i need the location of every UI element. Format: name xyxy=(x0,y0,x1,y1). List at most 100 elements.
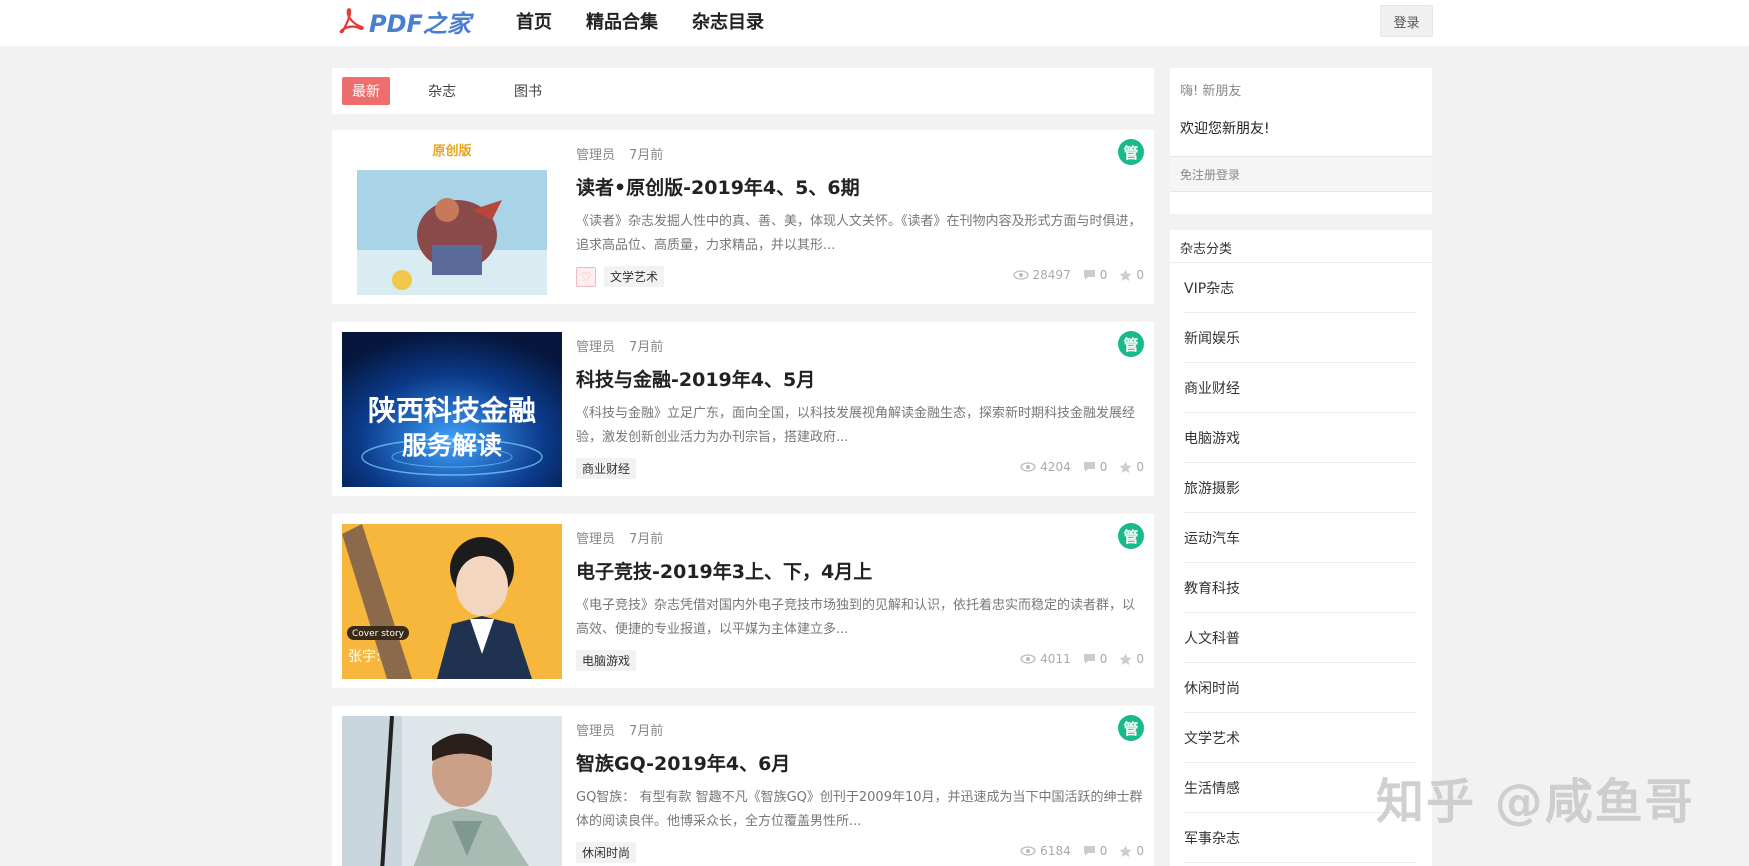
post-excerpt: GQ智族： 有型有款 智趣不凡《智族GQ》创刊于2009年10月，并迅速成为当下… xyxy=(576,790,1143,829)
comments-count: 0 xyxy=(1099,268,1108,282)
views-stat: 4204 xyxy=(1020,460,1071,474)
category-item-sports[interactable]: 运动汽车 xyxy=(1184,513,1416,563)
stars-stat[interactable]: 0 xyxy=(1119,652,1144,666)
comment-icon xyxy=(1083,462,1095,472)
cover-line-1: 陕西科技金融 xyxy=(368,394,536,427)
login-button[interactable]: 登录 xyxy=(1380,5,1433,37)
comments-stat[interactable]: 0 xyxy=(1083,844,1107,858)
post-card: 管理员 7月前 管 智族GQ-2019年4、6月 GQ智族： 有型有款 智趣不凡《… xyxy=(332,706,1154,866)
tab-latest[interactable]: 最新 xyxy=(342,77,390,105)
star-icon xyxy=(1119,269,1132,281)
comments-stat[interactable]: 0 xyxy=(1083,460,1108,474)
tab-books[interactable]: 图书 xyxy=(504,77,552,105)
post-time: 7月前 xyxy=(629,340,664,355)
star-icon xyxy=(1119,461,1132,473)
post-stats: 6184 0 0 xyxy=(1020,844,1144,858)
eye-icon xyxy=(1020,846,1036,856)
post-thumbnail[interactable] xyxy=(342,716,562,866)
comments-count: 0 xyxy=(1099,460,1108,474)
views-stat: 6184 xyxy=(1020,844,1071,858)
post-card: 原创版 管理员 7月前 管 读者•原创版-2019年4、5、6期 《读者》杂志发掘… xyxy=(332,130,1154,304)
post-card: Cover story 张宇: 管理员 7月前 管 电子竞技-2019年3上、下，… xyxy=(332,514,1154,688)
post-time: 7月前 xyxy=(629,148,664,163)
stars-count: 0 xyxy=(1136,268,1144,282)
category-item-business[interactable]: 商业财经 xyxy=(1184,363,1416,413)
category-item-vip[interactable]: VIP杂志 xyxy=(1184,263,1416,313)
comments-stat[interactable]: 0 xyxy=(1083,652,1107,666)
views-count: 6184 xyxy=(1040,844,1071,858)
post-tag[interactable]: 电脑游戏 xyxy=(576,650,637,671)
stars-count: 0 xyxy=(1136,652,1144,666)
post-time: 7月前 xyxy=(629,724,664,739)
content-tabs: 最新 杂志 图书 xyxy=(332,68,1154,114)
cover-story-label: Cover story xyxy=(352,629,405,639)
stars-count: 0 xyxy=(1136,460,1144,474)
post-meta: 管理员 7月前 xyxy=(576,336,663,355)
tab-magazines[interactable]: 杂志 xyxy=(418,77,466,105)
post-stats: 4011 0 0 xyxy=(1020,652,1144,666)
post-card: 陕西科技金融 服务解读 管理员 7月前 管 科技与金融-2019年4、5月 《科技… xyxy=(332,322,1154,496)
category-item-literature[interactable]: 文学艺术 xyxy=(1184,713,1416,763)
post-tag[interactable]: 文学艺术 xyxy=(604,266,665,287)
views-stat: 28497 xyxy=(1012,268,1071,282)
post-author[interactable]: 管理员 xyxy=(576,148,615,163)
post-thumbnail[interactable]: Cover story 张宇: xyxy=(342,524,562,679)
post-title[interactable]: 读者•原创版-2019年4、5、6期 xyxy=(576,173,860,200)
post-meta: 管理员 7月前 xyxy=(576,720,663,739)
welcome-widget: 嗨! 新朋友 欢迎您新朋友! 免注册登录 xyxy=(1170,68,1432,214)
views-count: 4011 xyxy=(1040,652,1071,666)
category-widget-title: 杂志分类 xyxy=(1180,242,1233,257)
nav-magazine-directory[interactable]: 杂志目录 xyxy=(692,8,764,34)
stars-stat[interactable]: 0 xyxy=(1119,844,1144,858)
views-count: 28497 xyxy=(1032,268,1071,282)
comments-stat[interactable]: 0 xyxy=(1083,268,1108,282)
post-tags: 休闲时尚 xyxy=(576,842,637,863)
category-item-fashion[interactable]: 休闲时尚 xyxy=(1184,663,1416,713)
stars-stat[interactable]: 0 xyxy=(1119,460,1144,474)
post-excerpt: 《科技与金融》立足广东，面向全国，以科技发展视角解读金融生态，探索新时期科技金融… xyxy=(576,406,1136,445)
post-title[interactable]: 电子竞技-2019年3上、下，4月上 xyxy=(576,557,872,584)
post-title[interactable]: 科技与金融-2019年4、5月 xyxy=(576,365,815,392)
post-thumbnail[interactable]: 原创版 xyxy=(342,140,562,295)
post-title[interactable]: 智族GQ-2019年4、6月 xyxy=(576,749,790,776)
admin-badge: 管 xyxy=(1118,139,1144,165)
eye-icon xyxy=(1020,462,1036,472)
post-author[interactable]: 管理员 xyxy=(576,724,615,739)
eye-icon xyxy=(1012,270,1029,280)
comment-icon xyxy=(1083,270,1095,280)
category-item-news[interactable]: 新闻娱乐 xyxy=(1184,313,1416,363)
views-count: 4204 xyxy=(1040,460,1071,474)
heart-icon[interactable]: ♡ xyxy=(576,266,596,287)
category-item-games[interactable]: 电脑游戏 xyxy=(1184,413,1416,463)
category-item-humanities[interactable]: 人文科普 xyxy=(1184,613,1416,663)
admin-badge: 管 xyxy=(1118,523,1144,549)
post-author[interactable]: 管理员 xyxy=(576,532,615,547)
comment-icon xyxy=(1083,654,1095,664)
watermark: 知乎 @咸鱼哥 xyxy=(1376,774,1695,830)
eye-icon xyxy=(1020,654,1036,664)
pdf-logo-icon xyxy=(339,8,364,34)
admin-badge: 管 xyxy=(1118,715,1144,741)
post-thumbnail[interactable]: 陕西科技金融 服务解读 xyxy=(342,332,562,487)
post-tag[interactable]: 休闲时尚 xyxy=(576,842,637,863)
post-tags: 商业财经 xyxy=(576,458,637,479)
stars-stat[interactable]: 0 xyxy=(1119,268,1144,282)
nav-home[interactable]: 首页 xyxy=(516,8,552,34)
post-excerpt: 《读者》杂志发掘人性中的真、善、美，体现人文关怀。《读者》在刊物内容及形式方面与… xyxy=(576,214,1142,253)
post-meta: 管理员 7月前 xyxy=(576,144,663,163)
register-link[interactable]: 免注册登录 xyxy=(1170,156,1432,192)
post-meta: 管理员 7月前 xyxy=(576,528,663,547)
post-stats: 28497 0 0 xyxy=(1012,268,1144,282)
category-item-travel[interactable]: 旅游摄影 xyxy=(1184,463,1416,513)
category-item-education[interactable]: 教育科技 xyxy=(1184,563,1416,613)
logo-text: PDF之家 xyxy=(369,9,471,38)
views-stat: 4011 xyxy=(1020,652,1071,666)
nav-collections[interactable]: 精品合集 xyxy=(586,8,658,34)
post-tag[interactable]: 商业财经 xyxy=(576,458,637,479)
site-logo[interactable]: PDF之家 xyxy=(337,5,471,38)
post-excerpt: 《电子竞技》杂志凭借对国内外电子竞技市场独到的见解和认识，依托着忠实而稳定的读者… xyxy=(576,598,1136,637)
post-author[interactable]: 管理员 xyxy=(576,340,615,355)
star-icon xyxy=(1119,653,1132,665)
post-tags: 电脑游戏 xyxy=(576,650,637,671)
star-icon xyxy=(1119,845,1132,857)
